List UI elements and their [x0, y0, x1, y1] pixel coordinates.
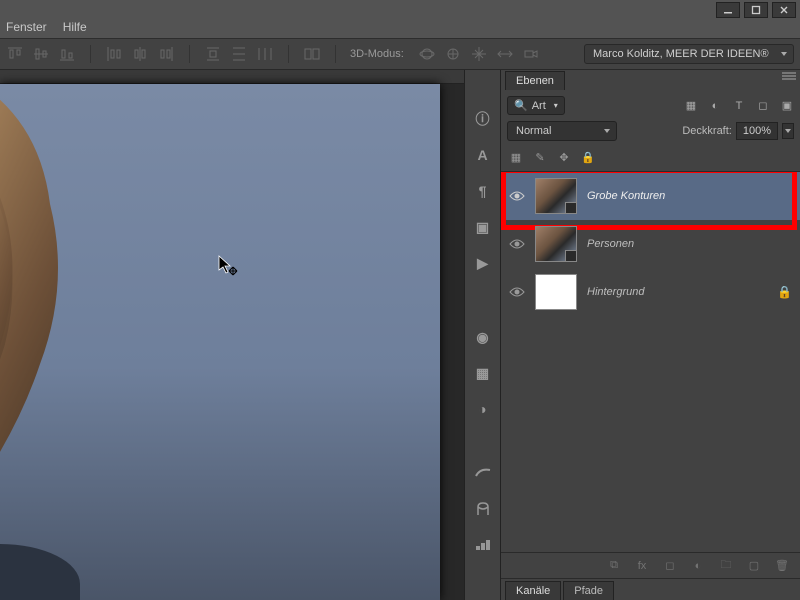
- collapsed-panel-strip: ⓘ A ¶ ▣ ▶ ◉ ▦ ◑: [464, 70, 500, 600]
- distribute-icon-group: [105, 45, 175, 63]
- document-canvas[interactable]: [0, 84, 440, 600]
- adjustments-panel-icon[interactable]: ◑: [472, 400, 494, 418]
- layer-name[interactable]: Grobe Konturen: [587, 190, 665, 202]
- pan-icon[interactable]: [470, 45, 488, 63]
- align-bottom-icon[interactable]: [58, 45, 76, 63]
- bottom-panel-tabbar: Kanäle Pfade: [501, 578, 800, 600]
- filter-kind-label: Art: [532, 100, 546, 112]
- filter-shape-icon[interactable]: ◻: [756, 99, 770, 113]
- mode3d-label: 3D-Modus:: [350, 48, 404, 60]
- layers-list: Grobe Konturen Personen Hintergrund 🔒: [501, 172, 800, 552]
- minimize-button[interactable]: [716, 2, 740, 18]
- styles-panel-icon[interactable]: [472, 536, 494, 554]
- play-panel-icon[interactable]: ▶: [472, 254, 494, 272]
- roll-icon[interactable]: [444, 45, 462, 63]
- panel-menu-icon[interactable]: [782, 72, 796, 82]
- lock-icon: 🔒: [777, 285, 792, 299]
- layer-row[interactable]: Personen: [501, 220, 800, 268]
- window-titlebar: [0, 0, 800, 20]
- workspace-dropdown[interactable]: Marco Kolditz, MEER DER IDEEN®: [584, 44, 794, 64]
- separator: [90, 45, 91, 63]
- maximize-button[interactable]: [744, 2, 768, 18]
- info-panel-icon[interactable]: ⓘ: [472, 110, 494, 128]
- layer-thumbnail[interactable]: [535, 226, 577, 262]
- filter-adjust-icon[interactable]: ◐: [708, 99, 722, 113]
- mode3d-icon-group: [418, 45, 540, 63]
- distribute2-icon-group: [204, 45, 274, 63]
- layer-filter-kind-dropdown[interactable]: 🔍 Art ▾: [507, 96, 565, 115]
- distribute-right-icon[interactable]: [157, 45, 175, 63]
- lock-pixels-icon[interactable]: ✎: [531, 149, 549, 165]
- image-subject: [0, 84, 180, 600]
- tab-ebenen[interactable]: Ebenen: [505, 71, 565, 90]
- layer-name[interactable]: Hintergrund: [587, 286, 644, 298]
- opacity-flyout-icon[interactable]: [782, 123, 794, 139]
- menubar: Fenster Hilfe: [0, 20, 800, 38]
- separator: [189, 45, 190, 63]
- canvas-area: [0, 70, 464, 600]
- slide-icon[interactable]: [496, 45, 514, 63]
- visibility-toggle-icon[interactable]: [509, 188, 525, 204]
- align-vcenter-icon[interactable]: [32, 45, 50, 63]
- paragraph-panel-icon[interactable]: ¶: [472, 182, 494, 200]
- lock-all-icon[interactable]: 🔒: [579, 149, 597, 165]
- move-cursor-icon: [216, 254, 240, 278]
- orbit-icon[interactable]: [418, 45, 436, 63]
- layer-name[interactable]: Personen: [587, 238, 634, 250]
- group-icon[interactable]: 🗀: [718, 558, 734, 574]
- opacity-label: Deckkraft:: [682, 125, 732, 137]
- brush-presets-icon[interactable]: [472, 500, 494, 518]
- distribute-left-icon[interactable]: [105, 45, 123, 63]
- adjustment-layer-icon[interactable]: ◐: [690, 558, 706, 574]
- brush-panel-icon[interactable]: [472, 464, 494, 482]
- visibility-toggle-icon[interactable]: [509, 284, 525, 300]
- layers-panel-controls: 🔍 Art ▾ ▦ ◐ T ◻ ▣ Normal Deckkraft:: [501, 90, 800, 172]
- menu-item-hilfe[interactable]: Hilfe: [63, 20, 87, 38]
- tab-pfade[interactable]: Pfade: [563, 581, 614, 600]
- menu-item-fenster[interactable]: Fenster: [6, 20, 47, 38]
- dist-v1-icon[interactable]: [204, 45, 222, 63]
- separator: [288, 45, 289, 63]
- filter-type-icon[interactable]: T: [732, 99, 746, 113]
- layers-panel-footer: ⧉ fx ◻ ◐ 🗀 ▢ 🗑: [501, 552, 800, 578]
- auto-align-icon[interactable]: [303, 45, 321, 63]
- new-layer-icon[interactable]: ▢: [746, 558, 762, 574]
- fx-icon[interactable]: fx: [634, 558, 650, 574]
- color-panel-icon[interactable]: ◉: [472, 328, 494, 346]
- options-bar: 3D-Modus: Marco Kolditz, MEER DER IDEEN®: [0, 38, 800, 70]
- search-icon: 🔍: [514, 99, 528, 112]
- workspace-label: Marco Kolditz, MEER DER IDEEN®: [593, 48, 769, 60]
- tab-kanaele[interactable]: Kanäle: [505, 581, 561, 600]
- camera-icon[interactable]: [522, 45, 540, 63]
- layer-thumbnail[interactable]: [535, 274, 577, 310]
- blend-mode-dropdown[interactable]: Normal: [507, 121, 617, 141]
- close-button[interactable]: [772, 2, 796, 18]
- separator: [335, 45, 336, 63]
- filter-smart-icon[interactable]: ▣: [780, 99, 794, 113]
- character-panel-icon[interactable]: A: [472, 146, 494, 164]
- layer-row[interactable]: Grobe Konturen: [501, 172, 800, 220]
- link-layers-icon[interactable]: ⧉: [606, 558, 622, 574]
- right-panels: Ebenen 🔍 Art ▾ ▦ ◐ T ◻ ▣: [500, 70, 800, 600]
- lock-position-icon[interactable]: ✥: [555, 149, 573, 165]
- clone-panel-icon[interactable]: ▣: [472, 218, 494, 236]
- lock-transparency-icon[interactable]: ▦: [507, 149, 525, 165]
- visibility-toggle-icon[interactable]: [509, 236, 525, 252]
- swatches-panel-icon[interactable]: ▦: [472, 364, 494, 382]
- opacity-value[interactable]: 100%: [736, 122, 778, 140]
- align-top-icon[interactable]: [6, 45, 24, 63]
- dist-v2-icon[interactable]: [230, 45, 248, 63]
- mask-icon[interactable]: ◻: [662, 558, 678, 574]
- filter-pixel-icon[interactable]: ▦: [684, 99, 698, 113]
- align-icon-group: [6, 45, 76, 63]
- layer-thumbnail[interactable]: [535, 178, 577, 214]
- layer-row[interactable]: Hintergrund 🔒: [501, 268, 800, 316]
- blend-mode-value: Normal: [516, 125, 551, 137]
- ruler-horizontal: [0, 70, 464, 84]
- trash-icon[interactable]: 🗑: [774, 558, 790, 574]
- dist-v3-icon[interactable]: [256, 45, 274, 63]
- panel-tabbar: Ebenen: [501, 70, 800, 90]
- distribute-hcenter-icon[interactable]: [131, 45, 149, 63]
- auto-align-icon-group: [303, 45, 321, 63]
